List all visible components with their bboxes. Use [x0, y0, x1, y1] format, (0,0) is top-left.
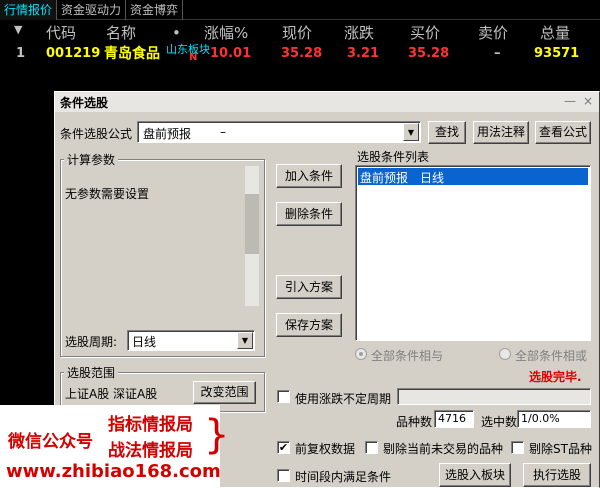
period-value: 日线	[132, 335, 157, 349]
selected-count-label: 选中数	[481, 415, 518, 429]
uncertain-period-checkbox[interactable]	[277, 390, 290, 403]
col-header-change-pct[interactable]: 涨幅%	[204, 22, 248, 44]
exclude-st-checkbox[interactable]	[511, 441, 524, 454]
find-button[interactable]: 查找	[428, 121, 466, 144]
select-to-board-button[interactable]: 选股入板块	[439, 463, 511, 487]
uncertain-period-label: 使用涨跌不定周期	[295, 392, 392, 406]
col-header-name[interactable]: 名称	[106, 22, 136, 44]
stock-count-label: 品种数	[396, 415, 433, 429]
board-tag[interactable]: 山东板块	[166, 40, 210, 60]
all-and-label: 全部条件相与	[371, 349, 444, 363]
col-header-change[interactable]: 涨跌	[344, 22, 374, 44]
import-plan-button[interactable]: 引入方案	[276, 275, 342, 299]
price: 35.28	[281, 46, 323, 61]
col-header-bid[interactable]: 买价	[410, 22, 440, 44]
stock-count-field: 4716	[434, 410, 474, 428]
range-text: 上证A股 深证A股	[65, 387, 158, 401]
watermark-banner: 微信公众号 指标情报局 战法情报局 } www.zhibiao168.com	[0, 405, 229, 488]
params-group-title: 计算参数	[64, 151, 119, 168]
bid: 35.28	[408, 46, 450, 61]
row-index: 1	[16, 46, 26, 61]
condition-item-text: 盘前预报 日线	[360, 171, 445, 185]
new-stock-flag: N	[189, 52, 198, 63]
change-range-button[interactable]: 改变范围	[193, 381, 256, 404]
watermark-line2: 战法情报局	[108, 441, 193, 461]
no-params-text: 无参数需要设置	[65, 187, 150, 201]
tab-quotes[interactable]: 行情报价	[0, 0, 58, 20]
save-plan-button[interactable]: 保存方案	[276, 313, 342, 337]
stock-count-value: 4716	[438, 412, 466, 425]
params-scroll-thumb[interactable]	[245, 194, 259, 254]
chevron-down-icon[interactable]: ▼	[237, 332, 253, 349]
col-header-price[interactable]: 现价	[282, 22, 312, 44]
range-group-title: 选股范围	[64, 364, 119, 381]
tab-capital-drive[interactable]: 资金驱动力	[57, 0, 127, 20]
add-condition-button[interactable]: 加入条件	[276, 164, 342, 188]
run-screening-button[interactable]: 执行选股	[523, 463, 591, 487]
watermark-line1: 指标情报局	[108, 415, 193, 435]
uncertain-period-bar	[397, 388, 591, 405]
formula-label: 条件选股公式	[60, 127, 133, 141]
change-pct: 10.01	[210, 46, 252, 61]
period-select[interactable]: 日线 ▼	[127, 330, 255, 351]
close-icon[interactable]: ×	[581, 94, 595, 108]
selected-count-value: 1/0.0%	[521, 412, 560, 425]
minimize-icon[interactable]: —	[563, 94, 577, 108]
ask: –	[494, 46, 501, 61]
usage-notes-button[interactable]: 用法注释	[473, 121, 529, 144]
all-or-radio[interactable]	[499, 348, 511, 360]
chevron-down-icon[interactable]: ▼	[403, 123, 419, 141]
list-item[interactable]: 盘前预报 日线	[358, 168, 588, 185]
col-header-ask[interactable]: 卖价	[478, 22, 508, 44]
dialog-title: 条件选股	[60, 96, 109, 110]
delete-condition-button[interactable]: 删除条件	[276, 202, 342, 226]
exclude-untraded-label: 剔除当前未交易的品种	[383, 442, 504, 456]
params-scrollbar[interactable]	[245, 166, 259, 306]
condition-list[interactable]: 盘前预报 日线	[355, 165, 591, 341]
col-header-code[interactable]: 代码	[46, 22, 76, 44]
watermark-url: www.zhibiao168.com	[6, 461, 221, 482]
change: 3.21	[347, 46, 380, 61]
view-formula-button[interactable]: 查看公式	[535, 121, 591, 144]
wechat-label: 微信公众号	[8, 432, 93, 452]
formula-select[interactable]: 盘前预报 – ▼	[137, 121, 421, 143]
pre-adjust-label: 前复权数据	[295, 442, 356, 456]
selected-count-field: 1/0.0%	[517, 410, 591, 428]
condition-list-label: 选股条件列表	[357, 150, 430, 164]
sort-down-icon[interactable]: ▼	[14, 23, 22, 36]
dialog-titlebar[interactable]: 条件选股 — ×	[55, 92, 599, 112]
formula-dash: –	[220, 125, 226, 139]
all-or-label: 全部条件相或	[515, 349, 588, 363]
col-header-volume[interactable]: 总量	[540, 22, 570, 44]
pre-adjust-checkbox[interactable]: ✔	[277, 441, 290, 454]
formula-value: 盘前预报	[143, 127, 192, 141]
exclude-st-label: 剔除ST品种	[529, 442, 592, 456]
stock-code: 001219	[46, 46, 101, 61]
brace-icon: }	[204, 412, 230, 458]
stock-name: 青岛食品	[104, 46, 160, 62]
status-text: 选股完毕.	[529, 370, 582, 384]
period-label: 选股周期:	[65, 335, 118, 349]
time-range-label: 时间段内满足条件	[295, 470, 392, 484]
tab-capital-game[interactable]: 资金博弈	[126, 0, 184, 20]
exclude-untraded-checkbox[interactable]	[365, 441, 378, 454]
time-range-checkbox[interactable]	[277, 469, 290, 482]
all-and-radio[interactable]	[355, 348, 367, 360]
tab-bar: 行情报价 资金驱动力 资金博弈	[0, 0, 600, 20]
volume: 93571	[534, 46, 580, 61]
